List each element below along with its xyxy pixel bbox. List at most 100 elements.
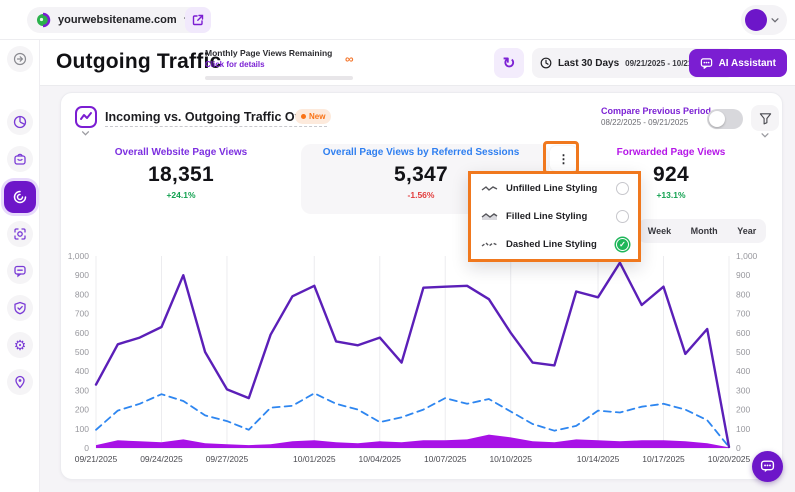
traffic-swirl-icon (12, 189, 28, 205)
svg-text:700: 700 (736, 309, 750, 319)
dashed-line-icon (481, 240, 498, 249)
metric-delta: +24.1% (91, 190, 271, 200)
metric-value: 18,351 (91, 163, 271, 187)
metric-overall-page-views: Overall Website Page Views 18,351 +24.1% (91, 147, 271, 200)
svg-text:300: 300 (75, 385, 89, 395)
svg-text:09/27/2025: 09/27/2025 (206, 454, 249, 464)
tab-week[interactable]: Week (648, 226, 671, 236)
compare-range: 08/22/2025 - 09/21/2025 (601, 118, 711, 127)
monthly-progress-bar (205, 76, 353, 80)
svg-text:1,000: 1,000 (736, 251, 758, 261)
svg-text:700: 700 (75, 309, 89, 319)
svg-text:400: 400 (75, 366, 89, 376)
ai-assistant-button[interactable]: AI Assistant (689, 49, 787, 77)
open-site-button[interactable] (185, 7, 211, 33)
tab-month[interactable]: Month (691, 226, 718, 236)
new-badge-label: New (309, 112, 325, 121)
svg-text:09/21/2025: 09/21/2025 (75, 454, 118, 464)
external-link-icon (192, 14, 204, 26)
support-chat-button[interactable] (752, 451, 783, 482)
site-name: yourwebsitename.com (58, 14, 177, 26)
sidebar-item-locations[interactable] (7, 369, 33, 395)
sidebar-item-security[interactable] (7, 295, 33, 321)
svg-text:100: 100 (736, 424, 750, 434)
sidebar-item-messages[interactable] (7, 258, 33, 284)
avatar (745, 9, 767, 31)
svg-text:10/04/2025: 10/04/2025 (358, 454, 401, 464)
svg-text:10/17/2025: 10/17/2025 (642, 454, 685, 464)
traffic-chart[interactable]: 0010010020020030030040040050050060060070… (61, 246, 784, 481)
badge-dot-icon (301, 114, 306, 119)
period-tabs: Week Month Year (638, 219, 766, 243)
funnel-icon (759, 112, 772, 125)
svg-text:800: 800 (736, 289, 750, 299)
sidebar-item-settings[interactable]: ⚙ (7, 332, 33, 358)
sidebar-item-products[interactable] (7, 146, 33, 172)
svg-text:500: 500 (75, 347, 89, 357)
compare-toggle[interactable] (707, 109, 743, 129)
shield-check-icon (13, 301, 27, 315)
gear-icon: ⚙ (14, 338, 27, 352)
user-menu[interactable] (741, 5, 787, 35)
metric-label: Overall Website Page Views (91, 147, 271, 158)
traffic-overview-card: Incoming vs. Outgoing Traffic Overall Ne… (60, 92, 783, 480)
svg-text:900: 900 (736, 270, 750, 280)
sidebar-item-analytics[interactable] (7, 109, 33, 135)
sidebar: ⚙ (0, 40, 40, 492)
svg-text:10/01/2025: 10/01/2025 (293, 454, 336, 464)
app-screen: yourwebsitename.com (0, 0, 795, 492)
line-styling-dropdown: Unfilled Line Styling Filled Line Stylin… (468, 171, 641, 262)
line-styling-menu-button[interactable]: ⋮ (550, 146, 577, 171)
menu-item-label: Filled Line Styling (506, 211, 616, 222)
svg-text:0: 0 (736, 443, 741, 453)
svg-text:500: 500 (736, 347, 750, 357)
compare-previous-period: Compare Previous Period 08/22/2025 - 09/… (601, 106, 711, 127)
monthly-views-block: Monthly Page Views Remaining Click for d… (205, 48, 365, 69)
card-title: Incoming vs. Outgoing Traffic Overall (105, 110, 327, 127)
svg-text:10/14/2025: 10/14/2025 (577, 454, 620, 464)
monthly-details-link[interactable]: Click for details (205, 60, 365, 69)
topbar: yourwebsitename.com (0, 0, 795, 40)
refresh-button[interactable]: ↻ (494, 48, 524, 78)
radio-selected-icon[interactable]: ✓ (616, 238, 629, 251)
svg-text:400: 400 (736, 366, 750, 376)
chevron-down-icon[interactable] (761, 133, 769, 138)
radio-unselected-icon[interactable] (616, 182, 629, 195)
tab-year[interactable]: Year (737, 226, 756, 236)
menu-item-filled-line-styling[interactable]: Filled Line Styling (471, 202, 638, 230)
site-logo-icon (35, 12, 51, 28)
trend-chart-icon (73, 104, 99, 130)
svg-text:200: 200 (736, 405, 750, 415)
filled-line-icon (481, 212, 498, 221)
infinity-icon: ∞ (345, 52, 354, 66)
menu-item-dashed-line-styling[interactable]: Dashed Line Styling ✓ (471, 231, 638, 259)
ai-assistant-label: AI Assistant (719, 58, 776, 69)
compare-label: Compare Previous Period (601, 106, 711, 116)
target-scan-icon (13, 227, 27, 241)
menu-item-unfilled-line-styling[interactable]: Unfilled Line Styling (471, 174, 638, 202)
traffic-chart-area: 0010010020020030030040040050050060060070… (61, 246, 784, 481)
svg-text:09/24/2025: 09/24/2025 (140, 454, 183, 464)
refresh-icon: ↻ (503, 56, 516, 71)
filter-button[interactable] (751, 105, 779, 131)
svg-text:0: 0 (84, 443, 89, 453)
svg-text:100: 100 (75, 424, 89, 434)
sidebar-item-tracking[interactable] (7, 221, 33, 247)
kebab-icon: ⋮ (558, 153, 570, 165)
chat-bubble-icon (760, 459, 775, 474)
range-label: Last 30 Days (558, 58, 619, 69)
svg-text:600: 600 (736, 328, 750, 338)
page-title: Outgoing Traffic (56, 50, 221, 74)
chevron-down-icon (771, 18, 779, 23)
clock-icon (540, 57, 552, 69)
radio-unselected-icon[interactable] (616, 210, 629, 223)
check-icon: ✓ (619, 241, 626, 249)
expand-sidebar-button[interactable] (7, 46, 33, 72)
site-selector[interactable]: yourwebsitename.com (27, 7, 205, 33)
svg-text:10/07/2025: 10/07/2025 (424, 454, 467, 464)
menu-item-label: Dashed Line Styling (506, 239, 616, 250)
ai-chat-icon (700, 57, 713, 70)
chevron-down-icon[interactable] (81, 131, 90, 136)
svg-text:1,000: 1,000 (68, 251, 90, 261)
sidebar-item-outgoing-traffic[interactable] (4, 181, 36, 213)
